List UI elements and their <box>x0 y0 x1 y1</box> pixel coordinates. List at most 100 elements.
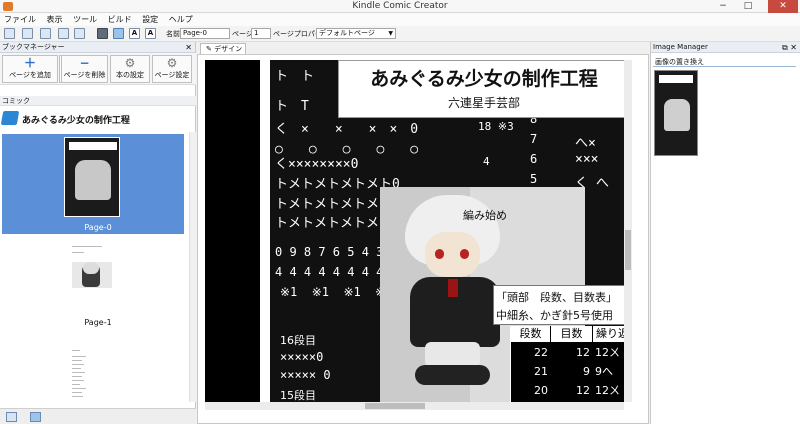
book-manager-header: ブックマネージャー ✕ <box>0 42 195 53</box>
table-header: 段数 <box>511 326 551 342</box>
thumbnail-view-icon[interactable] <box>30 412 41 422</box>
tab-design[interactable]: ✎ デザイン <box>200 43 246 54</box>
name-input[interactable]: Page-0 <box>180 28 230 39</box>
thumb-photo-block <box>664 99 690 131</box>
info-line-1: 「頭部 段数、目数表」 <box>496 291 617 304</box>
minimize-button[interactable]: − <box>712 0 734 13</box>
plus-icon: ＋ <box>23 56 36 70</box>
row-number: 5 <box>530 172 538 186</box>
new-book-icon[interactable] <box>4 28 15 39</box>
left-pane-scrollbar[interactable] <box>189 132 196 402</box>
close-icon[interactable]: ✕ <box>185 42 192 53</box>
menu-settings[interactable]: 設定 <box>138 13 162 26</box>
black-stripe <box>205 60 260 402</box>
menu-build[interactable]: ビルド <box>104 13 136 26</box>
menu-file[interactable]: ファイル <box>0 13 40 26</box>
knit-symbol-row: ×××××0 <box>280 350 324 364</box>
pane-controls[interactable]: ⧉ ✕ <box>782 42 797 53</box>
image-manager-title: Image Manager <box>653 43 708 51</box>
book-settings-button[interactable]: ⚙ 本の設定 <box>110 55 150 83</box>
page-settings-button[interactable]: ⚙ ページ設定 <box>152 55 192 83</box>
add-page-button[interactable]: ＋ ページを追加 <box>2 55 58 83</box>
page-2-thumbnail[interactable] <box>66 346 118 404</box>
thumb-text-line <box>72 368 81 369</box>
thumb-text-line <box>72 252 84 253</box>
canvas-horizontal-scrollbar[interactable] <box>205 402 624 410</box>
scroll-thumb[interactable] <box>365 403 425 409</box>
doll-eye <box>460 249 469 259</box>
list-view-icon[interactable] <box>6 412 17 422</box>
table-cell: 21 <box>534 365 548 378</box>
name-label: 名前 <box>166 30 180 38</box>
menu-help[interactable]: ヘルプ <box>165 13 197 26</box>
window-title: Kindle Comic Creator <box>352 1 448 11</box>
thumb-title-block <box>69 142 117 150</box>
table-cell: 22 <box>534 346 548 359</box>
text-frame-icon[interactable]: A <box>145 28 156 39</box>
page-1-thumbnail[interactable] <box>66 240 118 325</box>
maximize-button[interactable]: □ <box>737 0 759 13</box>
book-manager-footer <box>0 408 196 424</box>
text-tool-icon[interactable]: A <box>129 28 140 39</box>
table-header: 目数 <box>551 326 593 342</box>
thumb-text-line <box>72 396 83 397</box>
toolbar: A A 名前 Page-0 ページ 1 ページプロパティ デフォルトページ ▼ <box>0 26 800 42</box>
gear-icon: ⚙ <box>124 56 136 70</box>
page-number-input[interactable]: 1 <box>251 28 271 39</box>
delete-page-button[interactable]: − ページを削除 <box>61 55 108 83</box>
row-number: 6 <box>530 152 538 166</box>
image-manager-header: Image Manager ⧉ ✕ <box>651 42 800 53</box>
build-icon[interactable] <box>58 28 69 39</box>
delete-page-label: ページを削除 <box>63 71 106 79</box>
preview-icon[interactable] <box>74 28 85 39</box>
knit-symbol-row: ××× <box>575 152 599 167</box>
menu-view[interactable]: 表示 <box>43 13 67 26</box>
thumb-title-block <box>659 75 693 83</box>
comic-section-header: コミック <box>0 96 196 106</box>
menu-tools[interactable]: ツール <box>69 13 101 26</box>
thumb-photo-block <box>75 160 111 200</box>
book-manager-title: ブックマネージャー <box>2 43 65 51</box>
doll-face <box>425 232 480 277</box>
canvas-vertical-scrollbar[interactable] <box>624 60 632 402</box>
page-1-label: Page-1 <box>84 318 112 327</box>
panel-view-icon[interactable] <box>113 28 124 39</box>
knit-symbol-row: ト ト <box>275 69 315 84</box>
knit-symbol-row: く××××××××0 <box>275 157 359 172</box>
book-title-row[interactable]: あみぐるみ少女の制作工程 <box>0 108 196 128</box>
scroll-thumb[interactable] <box>625 230 631 270</box>
white-gap <box>260 60 270 402</box>
thumb-text-line <box>72 356 86 357</box>
table-cell: 20 <box>534 384 548 397</box>
thumb-text-line <box>72 380 84 381</box>
doll-shoes <box>415 365 490 385</box>
thumb-text-line <box>72 376 82 377</box>
page-artwork[interactable]: ト ト ト T く × × × × 0 ○ ○ ○ ○ ○ く××××××××0… <box>205 60 632 402</box>
thumb-text-line <box>72 392 82 393</box>
close-button[interactable]: ✕ <box>768 0 798 13</box>
page-property-select[interactable]: デフォルトページ ▼ <box>316 28 396 39</box>
row-number: 7 <box>530 132 538 146</box>
gear-icon: ⚙ <box>166 56 178 70</box>
doll-legs <box>425 342 480 367</box>
table-cell: 12 <box>576 384 590 397</box>
add-page-label: ページを追加 <box>9 71 51 79</box>
page-0-thumbnail[interactable] <box>64 137 120 217</box>
book-settings-label: 本の設定 <box>116 71 144 79</box>
image-thumbnail[interactable] <box>654 70 698 156</box>
pencil-icon: ✎ <box>206 45 212 53</box>
title-box[interactable]: あみぐるみ少女の制作工程 六連星手芸部 <box>338 60 628 118</box>
page-0-label: Page-0 <box>84 223 112 232</box>
page-subheading: 六連星手芸部 <box>447 96 520 110</box>
table-cell: 12 <box>576 346 590 359</box>
info-box[interactable]: 「頭部 段数、目数表」 中細糸、かぎ針5号使用 <box>493 285 632 325</box>
book-title: あみぐるみ少女の制作工程 <box>22 116 130 126</box>
thumb-doll-head <box>83 262 99 274</box>
thumb-text-line <box>72 388 86 389</box>
open-book-icon[interactable] <box>22 28 33 39</box>
thumb-text-line <box>72 360 82 361</box>
info-line-2: 中細糸、かぎ針5号使用 <box>496 309 613 322</box>
doll-eye <box>435 249 444 259</box>
save-icon[interactable] <box>40 28 51 39</box>
image-frame-icon[interactable] <box>97 28 108 39</box>
